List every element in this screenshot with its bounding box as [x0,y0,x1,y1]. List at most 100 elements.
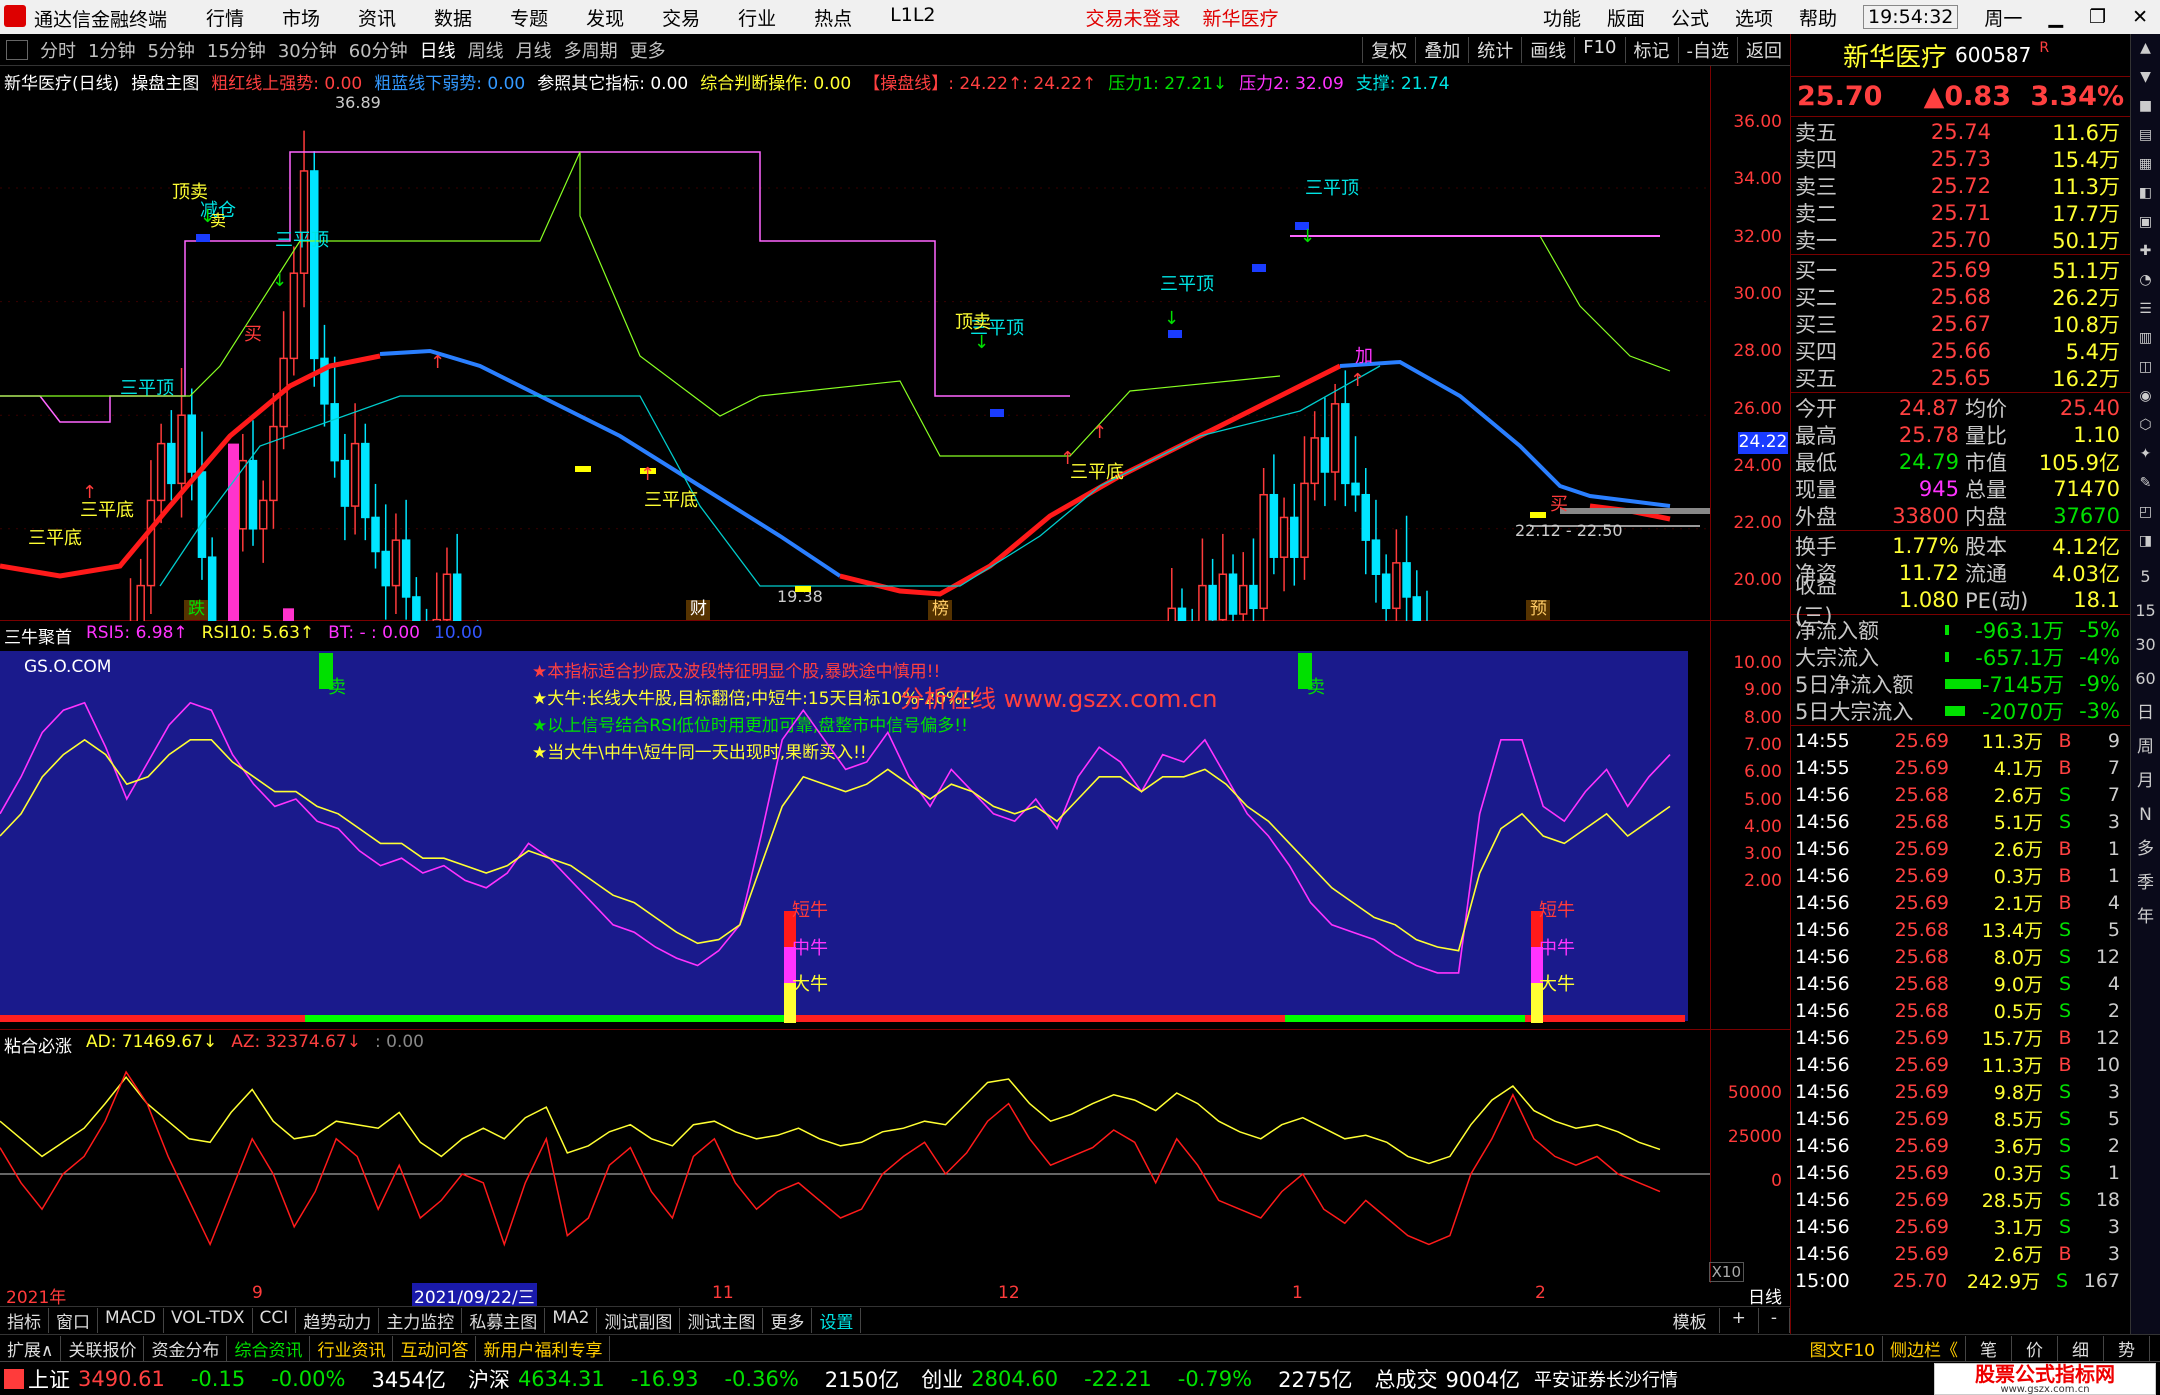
hs-index[interactable]: 4634.31 [518,1367,605,1391]
sidebar-period-4[interactable]: 多 [2131,832,2160,866]
sidebar-min-2[interactable]: 30 [2131,628,2160,662]
menu-7[interactable]: 行业 [738,4,776,31]
bottom-tab-5[interactable]: 互动问答 [393,1335,477,1361]
sidebar-period-6[interactable]: 年 [2131,900,2160,934]
sidebar-tool-icon[interactable]: ◉ [2131,382,2160,411]
sidebar-period-3[interactable]: N [2131,798,2160,832]
minimize-icon[interactable]: ▁ [2048,6,2063,28]
close-icon[interactable]: ✕ [2132,6,2148,28]
period-7[interactable]: 周线 [462,37,510,63]
sidebar-min-0[interactable]: 5 [2131,560,2160,594]
login-status[interactable]: 交易未登录 [1086,4,1181,31]
period-6[interactable]: 日线 [414,37,462,63]
sidebar-period-2[interactable]: 月 [2131,764,2160,798]
sidebar-tool-icon[interactable]: ⬡ [2131,411,2160,440]
sidebar-tool-icon[interactable]: ◰ [2131,498,2160,527]
sidebar-tool-icon[interactable]: ◫ [2131,353,2160,382]
indicator-tab-0[interactable]: 指标 [0,1308,49,1333]
period-1[interactable]: 1分钟 [82,37,141,63]
period-3[interactable]: 15分钟 [201,37,272,63]
rsi-chart[interactable]: 短牛中牛大牛 短牛中牛大牛 卖 卖 [0,621,1710,1030]
tool-7[interactable]: 返回 [1737,36,1790,63]
sh-index[interactable]: 3490.61 [78,1367,165,1391]
sidebar-min-3[interactable]: 60 [2131,662,2160,696]
menu-5[interactable]: 发现 [586,4,624,31]
tool-1[interactable]: 叠加 [1415,36,1468,63]
ad-az-chart[interactable] [0,1030,1710,1295]
indicator-tab-11[interactable]: 更多 [763,1308,813,1333]
menu-0[interactable]: 行情 [206,4,244,31]
sidebar-tool-icon[interactable]: ▤ [2131,121,2160,150]
sidebar-period-1[interactable]: 周 [2131,730,2160,764]
indicator-tab-1[interactable]: 窗口 [49,1308,98,1333]
menu-2[interactable]: 资讯 [358,4,396,31]
tool-3[interactable]: 画线 [1521,36,1574,63]
cy-index[interactable]: 2804.60 [971,1367,1058,1391]
indicator-tab-4[interactable]: CCI [253,1308,297,1333]
bottom-tab-1[interactable]: 关联报价 [61,1335,145,1361]
sidebar-period-5[interactable]: 季 [2131,866,2160,900]
sidebar-tool-icon[interactable]: ☰ [2131,295,2160,324]
sidebar-tool-icon[interactable]: ▦ [2131,150,2160,179]
indicator-tab-9[interactable]: 测试副图 [597,1308,681,1333]
bottom-right-2[interactable]: 笔 [1966,1335,2012,1361]
menu-1[interactable]: 市场 [282,4,320,31]
sidebar-tool-icon[interactable]: ■ [2131,92,2160,121]
sidebar-tool-icon[interactable]: ✚ [2131,237,2160,266]
tab-right-0[interactable]: 模板 [1661,1308,1720,1333]
indicator-tab-10[interactable]: 测试主图 [680,1308,764,1333]
bottom-tab-0[interactable]: 扩展∧ [0,1335,62,1361]
menu-9[interactable]: L1L2 [890,4,935,31]
sidebar-period-0[interactable]: 日 [2131,696,2160,730]
tool-4[interactable]: F10 [1574,36,1624,63]
tool-6[interactable]: -自选 [1677,36,1738,63]
menu-right-0[interactable]: 功能 [1543,4,1581,31]
menu-6[interactable]: 交易 [662,4,700,31]
sidebar-tool-icon[interactable]: ✦ [2131,440,2160,469]
grid-icon[interactable] [6,39,28,60]
period-4[interactable]: 30分钟 [272,37,343,63]
menu-8[interactable]: 热点 [814,4,852,31]
bottom-right-5[interactable]: 势 [2104,1335,2150,1361]
sidebar-tool-icon[interactable]: ▲ [2131,34,2160,63]
bottom-right-0[interactable]: 图文F10 [1803,1335,1883,1361]
menu-4[interactable]: 专题 [510,4,548,31]
indicator-tab-7[interactable]: 私募主图 [462,1308,546,1333]
period-8[interactable]: 月线 [510,37,558,63]
menu-right-1[interactable]: 版面 [1607,4,1645,31]
indicator-tab-12[interactable]: 设置 [812,1308,862,1333]
period-5[interactable]: 60分钟 [343,37,414,63]
indicator-tab-2[interactable]: MACD [98,1308,164,1333]
bottom-tab-3[interactable]: 综合资讯 [227,1335,311,1361]
menu-right-4[interactable]: 帮助 [1799,4,1837,31]
menu-3[interactable]: 数据 [434,4,472,31]
period-10[interactable]: 更多 [624,37,672,63]
sidebar-min-1[interactable]: 15 [2131,594,2160,628]
sidebar-tool-icon[interactable]: ◔ [2131,266,2160,295]
bottom-right-4[interactable]: 细 [2058,1335,2104,1361]
tab-right-1[interactable]: + [1720,1308,1759,1333]
sidebar-tool-icon[interactable]: ▼ [2131,63,2160,92]
indicator-tab-6[interactable]: 主力监控 [379,1308,463,1333]
menu-right-2[interactable]: 公式 [1671,4,1709,31]
sidebar-tool-icon[interactable]: ◨ [2131,527,2160,556]
bottom-tab-2[interactable]: 资金分布 [144,1335,228,1361]
sidebar-tool-icon[interactable]: ▥ [2131,324,2160,353]
period-9[interactable]: 多周期 [558,37,624,63]
indicator-tab-5[interactable]: 趋势动力 [296,1308,380,1333]
tool-5[interactable]: 标记 [1624,36,1678,63]
indicator-tab-8[interactable]: MA2 [545,1308,598,1333]
period-0[interactable]: 分时 [34,37,82,63]
menu-right-3[interactable]: 选项 [1735,4,1773,31]
tool-0[interactable]: 复权 [1362,36,1415,63]
candlestick-chart[interactable]: 36.8919.3822.12 - 22.50三平底三平底 三平底三平底三平顶三平… [0,66,1710,621]
sidebar-tool-icon[interactable]: ▣ [2131,208,2160,237]
period-2[interactable]: 5分钟 [141,37,200,63]
bottom-right-3[interactable]: 价 [2012,1335,2058,1361]
bottom-right-1[interactable]: 侧边栏《 [1883,1335,1966,1361]
tab-right-2[interactable]: - [1759,1308,1790,1333]
tool-2[interactable]: 统计 [1468,36,1521,63]
bottom-tab-6[interactable]: 新用户福利专享 [476,1335,611,1361]
restore-icon[interactable]: ❐ [2089,6,2106,28]
indicator-tab-3[interactable]: VOL-TDX [164,1308,253,1333]
